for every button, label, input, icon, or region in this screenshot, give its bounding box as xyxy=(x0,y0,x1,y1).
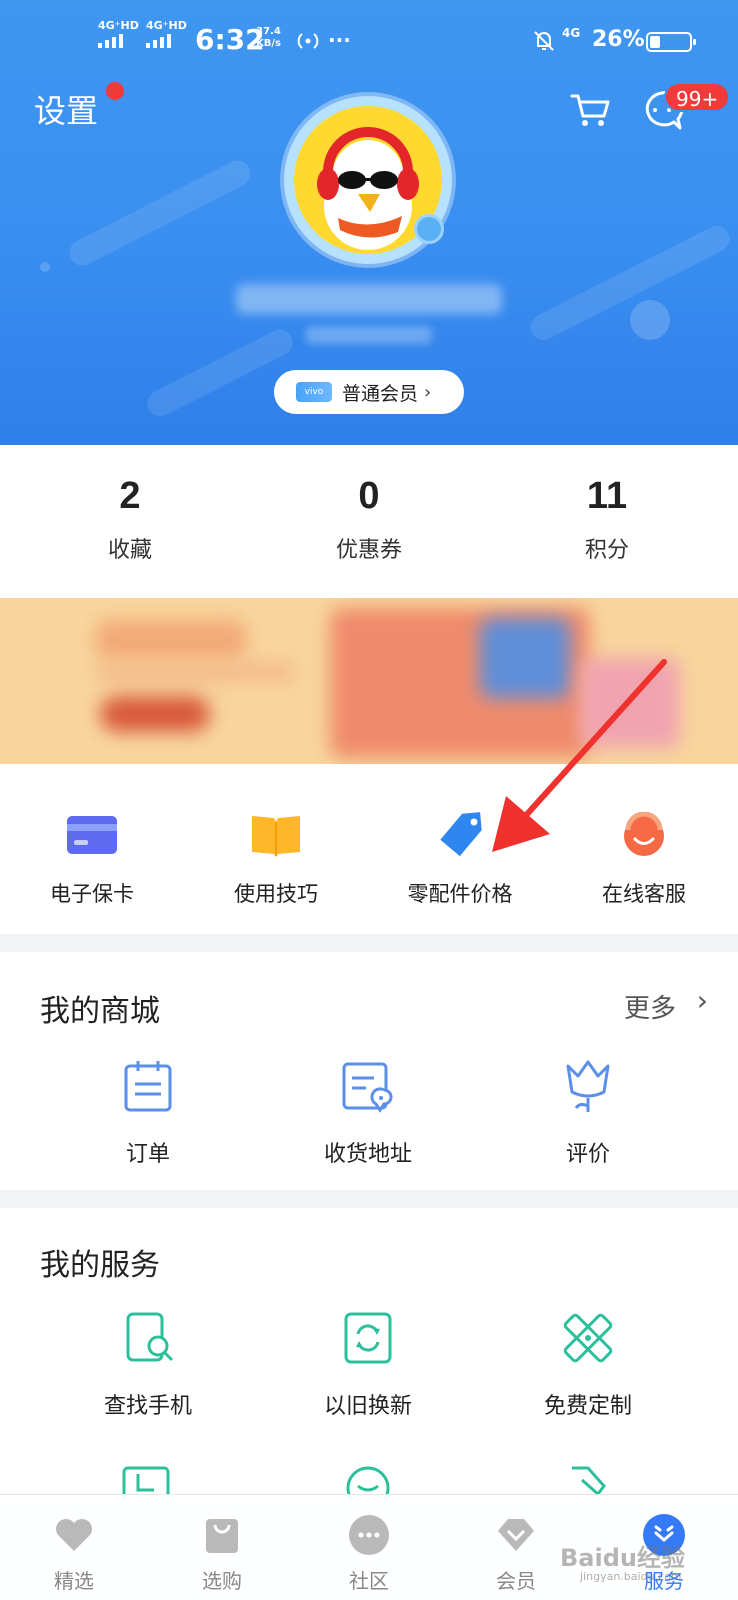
stat-favorites[interactable]: 2 收藏 xyxy=(10,445,250,564)
settings-notification-dot xyxy=(106,82,124,100)
repair-icon xyxy=(122,1466,170,1498)
nav-shop[interactable]: 选购 xyxy=(148,1495,296,1600)
section-title: 我的服务 xyxy=(40,1248,160,1283)
signal-bars-icon xyxy=(98,34,139,48)
item-label: 订单 xyxy=(125,1142,170,1167)
profile-header: 4G⁺HD 4G⁺HD 6:32 37.4 KB/s ··· 4G 26% 设置 xyxy=(0,0,738,445)
stat-coupons[interactable]: 0 优惠券 xyxy=(249,445,489,564)
baidu-watermark-url: jingyan.baidu.com xyxy=(580,1570,682,1583)
settings-button[interactable]: 设置 xyxy=(34,86,98,132)
tool-label: 使用技巧 xyxy=(234,882,318,906)
item-label: 以旧换新 xyxy=(323,1394,412,1419)
battery-icon xyxy=(646,32,696,52)
community-icon xyxy=(349,1515,389,1555)
price-tag-icon xyxy=(440,812,482,857)
review-icon xyxy=(566,1060,610,1112)
section-title: 我的商城 xyxy=(40,994,160,1029)
diamond-icon xyxy=(498,1519,534,1551)
service-item-customize[interactable]: 免费定制 xyxy=(478,1310,698,1422)
header-decoration xyxy=(64,156,256,270)
service-item-find-phone[interactable]: 查找手机 xyxy=(38,1310,258,1422)
mute-bell-icon xyxy=(534,31,554,51)
find-phone-icon xyxy=(126,1312,174,1362)
mall-item-orders[interactable]: 订单 xyxy=(38,1058,258,1170)
signal-label: 4G⁺HD xyxy=(146,19,187,32)
member-level-button[interactable]: vivo 普通会员 › xyxy=(274,370,464,414)
item-label: 收货地址 xyxy=(323,1142,412,1167)
chevron-right-icon: › xyxy=(424,381,432,403)
tool-label: 电子保卡 xyxy=(50,882,134,906)
nav-label: 精选 xyxy=(54,1569,94,1593)
signal-2: 4G⁺HD xyxy=(146,20,187,48)
status-bar: 4G⁺HD 4G⁺HD 6:32 37.4 KB/s ··· 4G 26% xyxy=(0,20,738,64)
nav-label: 社区 xyxy=(349,1569,389,1593)
banner-title-blurred xyxy=(96,620,246,660)
heart-icon xyxy=(56,1519,92,1551)
vivo-logo: vivo xyxy=(296,382,332,402)
cart-icon[interactable] xyxy=(568,88,612,132)
network-type: 4G xyxy=(562,26,581,40)
tool-label: 零配件价格 xyxy=(407,882,513,906)
speed-unit: KB/s xyxy=(256,38,281,49)
signal-label: 4G⁺HD xyxy=(98,19,139,32)
my-services-section: 我的服务 查找手机 以旧换新 免费定制 xyxy=(0,1208,738,1498)
user-id-blurred xyxy=(306,326,432,344)
banner-button-blurred xyxy=(100,696,210,732)
item-label: 免费定制 xyxy=(543,1394,632,1419)
header-decoration xyxy=(142,325,298,421)
clock: 6:32 xyxy=(195,23,265,56)
baidu-watermark: Baidu经验 xyxy=(560,1544,685,1572)
address-icon xyxy=(342,1062,393,1113)
wrench-icon xyxy=(572,1466,606,1497)
stats-row: 2 收藏 0 优惠券 11 积分 xyxy=(0,445,738,598)
network-speed: 37.4 KB/s xyxy=(256,20,281,50)
header-decoration xyxy=(630,300,670,340)
chevron-right-icon[interactable]: › xyxy=(697,984,708,1017)
mall-item-address[interactable]: 收货地址 xyxy=(258,1058,478,1170)
stat-label: 优惠券 xyxy=(335,538,402,563)
battery-percent: 26% xyxy=(592,27,645,52)
username-blurred xyxy=(236,284,502,314)
more-notifications: ··· xyxy=(328,28,351,52)
service-item-trade-in[interactable]: 以旧换新 xyxy=(258,1310,478,1422)
signal-bars-icon xyxy=(146,34,187,48)
signal-1: 4G⁺HD xyxy=(98,20,139,48)
hotspot-icon xyxy=(297,33,319,49)
more-link[interactable]: 更多 xyxy=(624,988,676,1025)
nav-featured[interactable]: 精选 xyxy=(0,1495,148,1600)
tool-usage-tips[interactable]: 使用技巧 xyxy=(184,764,368,934)
tool-label: 在线客服 xyxy=(602,882,686,906)
customize-icon xyxy=(563,1313,613,1363)
member-level-label: 普通会员 xyxy=(342,382,419,405)
avatar-vip-badge xyxy=(414,214,444,244)
stat-points[interactable]: 11 积分 xyxy=(487,445,727,564)
stat-label: 积分 xyxy=(584,538,629,563)
item-label: 评价 xyxy=(565,1142,610,1167)
service-point-icon xyxy=(346,1466,390,1498)
speed-value: 37.4 xyxy=(256,26,281,37)
nav-label: 选购 xyxy=(202,1569,242,1593)
card-icon xyxy=(67,816,117,854)
stat-value: 11 xyxy=(586,475,628,517)
mall-item-reviews[interactable]: 评价 xyxy=(478,1058,698,1170)
nav-community[interactable]: 社区 xyxy=(295,1495,443,1600)
stat-label: 收藏 xyxy=(107,538,152,563)
order-icon xyxy=(124,1061,172,1112)
item-label: 查找手机 xyxy=(103,1394,192,1419)
banner-subtitle-blurred xyxy=(96,662,296,682)
header-decoration xyxy=(40,262,50,272)
tool-e-warranty[interactable]: 电子保卡 xyxy=(0,764,184,934)
shopping-bag-icon xyxy=(206,1519,238,1553)
stat-value: 2 xyxy=(119,475,141,517)
book-icon xyxy=(252,816,300,857)
my-mall-section: 我的商城 更多 › 订单 收货地址 评价 xyxy=(0,952,738,1190)
stat-value: 0 xyxy=(358,475,380,517)
annotation-arrow xyxy=(492,659,667,852)
trade-in-icon xyxy=(344,1312,392,1364)
message-count-badge: 99+ xyxy=(664,82,731,112)
